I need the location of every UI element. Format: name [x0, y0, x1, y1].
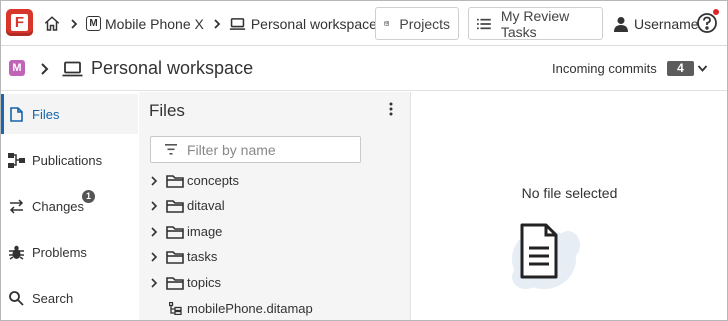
breadcrumb-workspace[interactable]: Personal workspace	[251, 16, 377, 32]
breadcrumb-project[interactable]: Mobile Phone X	[105, 16, 204, 32]
empty-state-message: No file selected	[521, 185, 618, 201]
chevron-right-icon	[71, 18, 78, 29]
tree-file-ditamap[interactable]: mobilePhone.ditamap	[139, 296, 411, 320]
filter-icon	[165, 144, 177, 155]
tree-folder-ditaval[interactable]: ditaval	[139, 193, 411, 218]
publications-icon	[8, 152, 25, 168]
sidebar-item-label: Files	[32, 106, 60, 122]
tree-item-label: concepts	[187, 173, 240, 188]
top-bar: F M Mobile Phone X Personal workspace Pr…	[1, 1, 727, 46]
chevron-right-icon	[214, 18, 221, 29]
laptop-icon	[229, 17, 245, 30]
sidebar-item-changes[interactable]: Changes	[1, 186, 138, 226]
chevron-right-icon[interactable]	[150, 251, 158, 262]
files-icon	[10, 106, 23, 122]
workspace-title: Personal workspace	[91, 58, 254, 78]
home-icon[interactable]	[43, 15, 61, 33]
changes-count-badge: 1	[82, 190, 95, 203]
tree-item-label: topics	[187, 275, 221, 290]
chevron-right-icon	[41, 63, 49, 75]
help-icon[interactable]	[696, 12, 718, 34]
filter-field[interactable]	[150, 136, 361, 163]
projects-label: Projects	[399, 15, 450, 32]
sidebar-item-label: Search	[32, 290, 74, 306]
tree-folder-concepts[interactable]: concepts	[139, 168, 411, 193]
chevron-down-icon[interactable]	[697, 64, 708, 73]
folder-icon	[166, 225, 184, 239]
tree-folder-tasks[interactable]: tasks	[139, 244, 411, 269]
chevron-right-icon[interactable]	[150, 226, 158, 237]
sidebar: Files Publications Changes Problems Sear…	[1, 92, 138, 320]
files-panel: Files concepts ditaval image	[139, 92, 411, 320]
panel-title: Files	[149, 101, 185, 120]
chevron-right-icon[interactable]	[150, 175, 158, 186]
chevron-right-icon[interactable]	[150, 277, 158, 288]
notification-dot	[713, 9, 719, 15]
chevron-right-icon[interactable]	[150, 200, 158, 211]
sidebar-item-search[interactable]: Search	[1, 278, 138, 318]
projects-icon	[384, 21, 390, 26]
projects-button[interactable]: Projects	[375, 7, 459, 40]
user-menu[interactable]: Username	[613, 1, 699, 46]
sidebar-item-label: Publications	[32, 152, 103, 168]
sidebar-item-files[interactable]: Files	[1, 94, 138, 134]
app-logo[interactable]: F	[6, 9, 33, 36]
tree-folder-image[interactable]: image	[139, 219, 411, 244]
workspace-header: M Personal workspace Incoming commits 4	[1, 47, 727, 91]
tree-item-label: ditaval	[187, 198, 225, 213]
sidebar-item-publications[interactable]: Publications	[1, 140, 138, 180]
folder-icon	[166, 174, 184, 188]
sidebar-item-problems[interactable]: Problems	[1, 232, 138, 272]
project-badge: M	[86, 16, 101, 31]
search-icon	[9, 290, 24, 306]
project-avatar[interactable]: M	[9, 60, 25, 76]
folder-icon	[166, 250, 184, 264]
app-logo-letter: F	[11, 14, 28, 31]
app-window: F M Mobile Phone X Personal workspace Pr…	[0, 0, 728, 321]
document-icon	[512, 223, 580, 289]
tree-item-label: tasks	[187, 249, 218, 264]
bug-icon	[9, 245, 24, 260]
tree-folder-topics[interactable]: topics	[139, 270, 411, 295]
user-icon	[614, 16, 628, 32]
filter-input[interactable]	[187, 141, 357, 159]
review-tasks-label: My Review Tasks	[500, 7, 570, 40]
tree-item-label: image	[187, 224, 223, 239]
sidebar-item-label: Problems	[32, 244, 87, 260]
laptop-icon	[62, 61, 83, 77]
ditamap-icon	[169, 302, 182, 315]
folder-icon	[166, 199, 184, 213]
preview-pane: No file selected	[412, 92, 727, 320]
incoming-commits-count[interactable]: 4	[667, 61, 694, 76]
changes-icon	[9, 198, 24, 214]
username: Username	[634, 15, 699, 32]
review-tasks-button[interactable]: My Review Tasks	[468, 7, 603, 40]
breadcrumb: M Mobile Phone X Personal workspace	[41, 1, 377, 46]
sidebar-item-label: Changes	[32, 198, 85, 214]
tree-item-label: mobilePhone.ditamap	[187, 301, 313, 316]
folder-icon	[166, 276, 184, 290]
list-icon	[477, 18, 491, 29]
incoming-commits-label[interactable]: Incoming commits	[552, 61, 657, 76]
more-options-icon[interactable]	[388, 101, 394, 117]
